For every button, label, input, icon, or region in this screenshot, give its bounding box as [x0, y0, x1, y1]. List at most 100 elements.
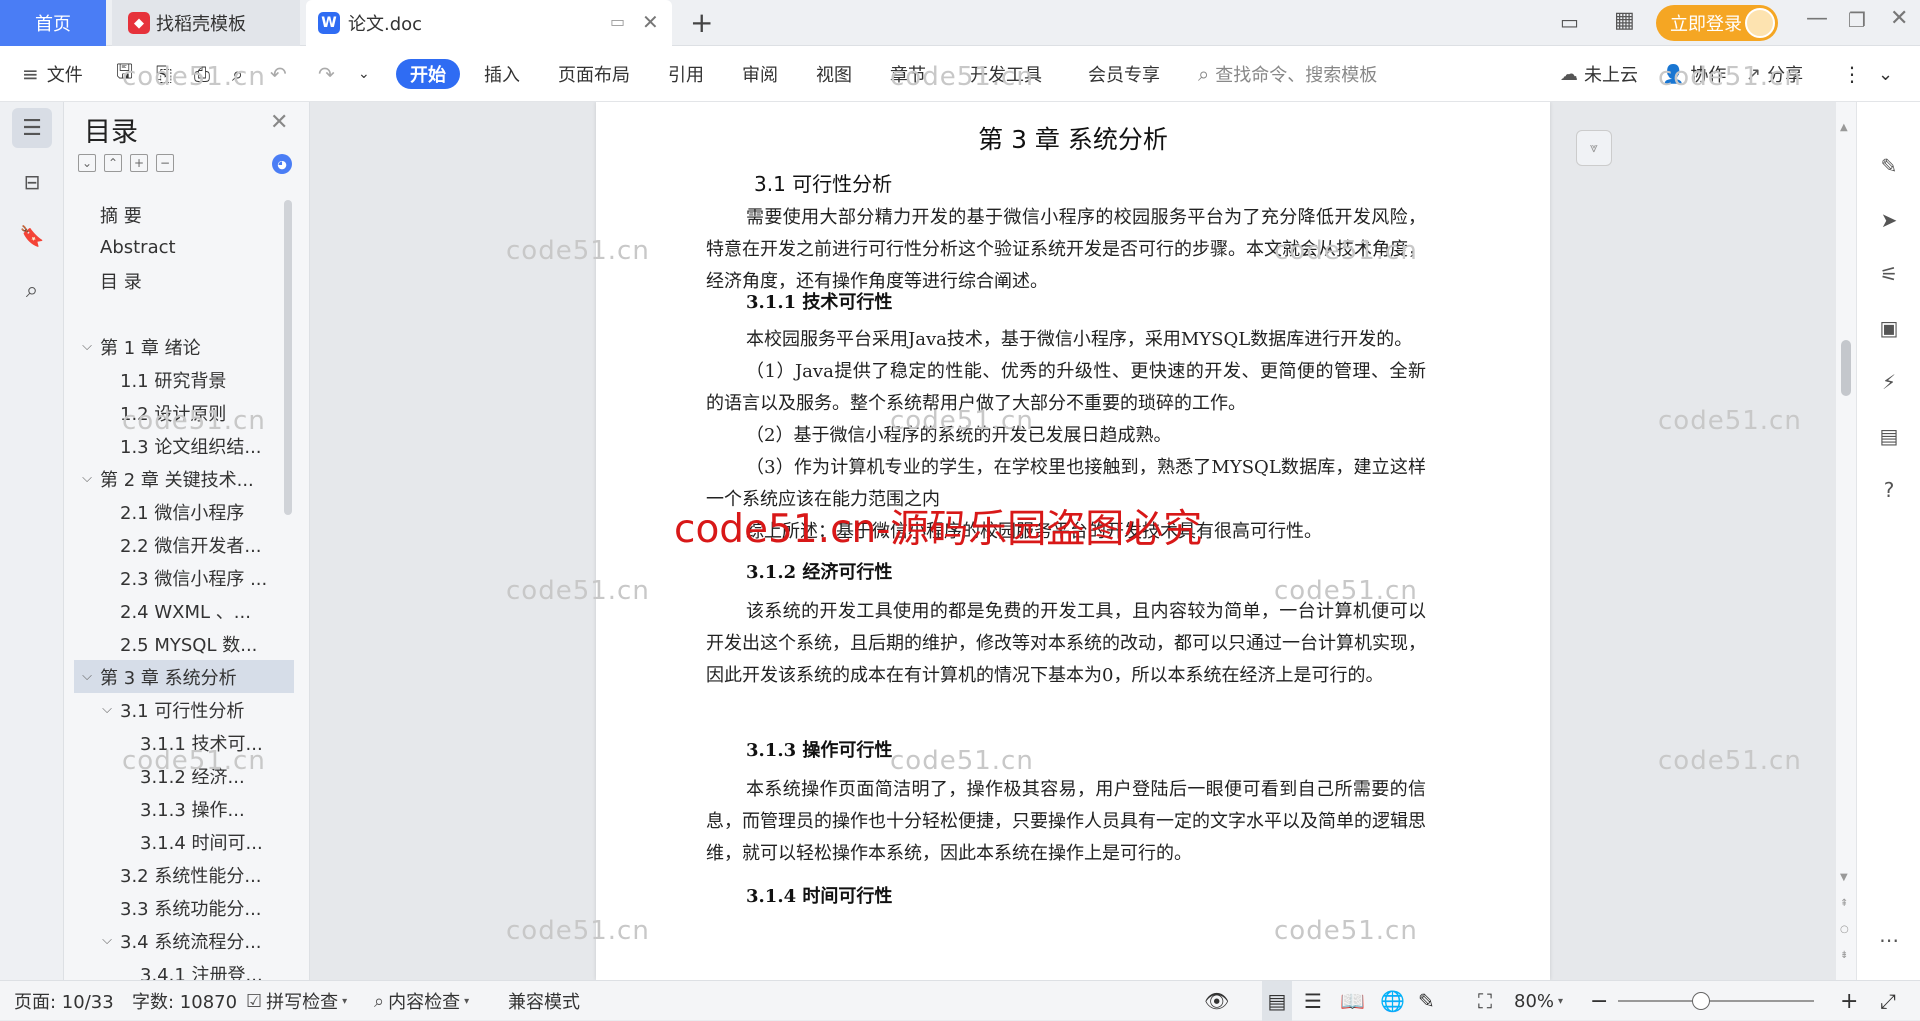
- bookmark-button[interactable]: 🔖: [12, 216, 52, 256]
- toc-item[interactable]: Abstract: [74, 231, 294, 264]
- tab-document[interactable]: W 论文.doc ▭ ✕: [306, 0, 672, 46]
- more-vertical-icon[interactable]: ⋮: [1842, 46, 1862, 102]
- toc-item[interactable]: 2.4 WXML 、...: [74, 594, 294, 627]
- spell-check-icon: ☑: [246, 990, 263, 1012]
- layout-icon[interactable]: ▭: [1560, 10, 1579, 34]
- write-view-icon[interactable]: ✎: [1418, 981, 1435, 1021]
- tab-references[interactable]: 引用: [668, 46, 704, 102]
- toc-panel-button[interactable]: ☰: [12, 108, 52, 148]
- collapse-all-icon[interactable]: ⌃: [104, 154, 122, 172]
- file-menu[interactable]: ≡ 文件: [22, 46, 83, 102]
- adjust-icon[interactable]: ⚟: [1875, 260, 1903, 288]
- outline-button[interactable]: ⊟: [12, 162, 52, 202]
- window-icon[interactable]: ▭: [610, 12, 625, 31]
- cloud-status[interactable]: ☁ 未上云: [1560, 46, 1638, 102]
- toc-item[interactable]: ⌵ 第 2 章 关键技术...: [74, 462, 294, 495]
- command-search[interactable]: ⌕ 查找命令、搜索模板: [1198, 46, 1377, 102]
- login-button[interactable]: 立即登录: [1656, 5, 1778, 41]
- toc-item[interactable]: 1.1 研究背景: [74, 363, 294, 396]
- chevron-down-icon[interactable]: ⌵: [98, 933, 116, 948]
- toc-scrollbar[interactable]: [284, 200, 292, 515]
- zoom-out-icon[interactable]: −: [1590, 981, 1608, 1021]
- zoom-slider[interactable]: [1618, 992, 1814, 1010]
- tab-view[interactable]: 视图: [816, 46, 852, 102]
- document-scrollbar[interactable]: ▲ ▼ ⇞ ○ ⇟: [1836, 102, 1856, 980]
- eye-protection-icon[interactable]: 👁: [1204, 981, 1229, 1021]
- toc-item[interactable]: ⌵ 3.4 系统流程分...: [74, 924, 294, 957]
- page-view-icon[interactable]: ▤: [1262, 981, 1292, 1021]
- zoom-level[interactable]: 80% ▾: [1514, 981, 1563, 1021]
- reading-view-icon[interactable]: 📖: [1340, 981, 1365, 1021]
- expand-all-icon[interactable]: ⌄: [78, 154, 96, 172]
- close-window-icon[interactable]: ✕: [1890, 6, 1908, 31]
- add-heading-icon[interactable]: +: [130, 154, 148, 172]
- tab-review[interactable]: 审阅: [742, 46, 778, 102]
- outline-view-icon[interactable]: ☰: [1304, 981, 1322, 1021]
- toc-item[interactable]: 目 录: [74, 264, 294, 297]
- page-count[interactable]: 页面: 10/33: [14, 981, 114, 1021]
- toc-item[interactable]: ⌵ 3.1 可行性分析: [74, 693, 294, 726]
- scroll-thumb[interactable]: [1841, 340, 1851, 396]
- redo-icon[interactable]: ↷: [318, 46, 335, 102]
- cursor-icon[interactable]: ➤: [1875, 206, 1903, 234]
- chevron-down-icon[interactable]: ⌵: [78, 669, 96, 684]
- tab-insert[interactable]: 插入: [484, 46, 520, 102]
- fit-page-icon[interactable]: ⛶: [1478, 981, 1492, 1021]
- toc-item[interactable]: [74, 297, 294, 330]
- word-count[interactable]: 字数: 10870: [132, 981, 237, 1021]
- compat-mode[interactable]: 兼容模式: [508, 981, 580, 1021]
- undo-icon[interactable]: ↶: [270, 46, 287, 102]
- toc-item[interactable]: ⌵ 第 1 章 绪论: [74, 330, 294, 363]
- toc-item-label: 3.1.4 时间可...: [140, 832, 263, 854]
- more-horizontal-icon[interactable]: ⋯: [1875, 926, 1903, 954]
- next-page-icon[interactable]: ⇟: [1840, 950, 1848, 961]
- toc-item[interactable]: ⌵ 第 3 章 系统分析: [74, 660, 294, 693]
- find-button[interactable]: ⌕: [12, 270, 52, 310]
- select-browse-icon[interactable]: ○: [1840, 924, 1849, 935]
- toc-item[interactable]: 2.5 MYSQL 数...: [74, 627, 294, 660]
- grid-apps-icon[interactable]: ▦: [1614, 8, 1635, 33]
- prev-page-icon[interactable]: ⇞: [1840, 898, 1848, 909]
- new-tab-button[interactable]: +: [690, 6, 713, 39]
- fullscreen-icon[interactable]: ⤢: [1880, 981, 1896, 1021]
- toc-item[interactable]: 3.3 系统功能分...: [74, 891, 294, 924]
- toc-item[interactable]: 2.3 微信小程序 ...: [74, 561, 294, 594]
- zoom-slider-thumb[interactable]: [1692, 992, 1710, 1010]
- scroll-down-icon[interactable]: ▼: [1840, 872, 1848, 883]
- section-3-1-2-heading: 3.1.2 经济可行性: [746, 562, 893, 583]
- toc-item[interactable]: 摘 要: [74, 198, 294, 231]
- tab-start[interactable]: 开始: [396, 59, 460, 89]
- toc-item[interactable]: 2.2 微信开发者...: [74, 528, 294, 561]
- spell-check-button[interactable]: ☑ 拼写检查 ▾: [246, 981, 347, 1021]
- toc-item[interactable]: 3.1.3 操作...: [74, 792, 294, 825]
- close-tab-icon[interactable]: ✕: [642, 10, 659, 34]
- chevron-down-icon[interactable]: ⌵: [78, 471, 96, 486]
- flash-icon[interactable]: ⚡: [1875, 368, 1903, 396]
- restore-icon[interactable]: ❐: [1848, 8, 1866, 32]
- web-view-icon[interactable]: 🌐: [1380, 981, 1405, 1021]
- toc-item[interactable]: 3.1.4 时间可...: [74, 825, 294, 858]
- tab-template-store[interactable]: ◆ 找稻壳模板: [112, 0, 300, 46]
- quick-access-dropdown-icon[interactable]: ⌄: [358, 46, 370, 102]
- scroll-up-icon[interactable]: ▲: [1840, 122, 1848, 133]
- collapse-ribbon-icon[interactable]: ⌄: [1878, 46, 1893, 102]
- ai-assistant-icon[interactable]: ◕: [272, 154, 292, 174]
- remove-heading-icon[interactable]: −: [156, 154, 174, 172]
- content-check-button[interactable]: ⌕ 内容检查 ▾: [374, 981, 469, 1021]
- reading-icon[interactable]: ▤: [1875, 422, 1903, 450]
- image-tools-icon[interactable]: ▣: [1875, 314, 1903, 342]
- close-icon[interactable]: ✕: [270, 110, 288, 135]
- toc-panel: 目录 ✕ ⌄ ⌃ + − ◕ 摘 要 Abstract 目 录 ⌵ 第 1 章 绪论 1.…: [64, 102, 310, 986]
- toc-item[interactable]: 3.2 系统性能分...: [74, 858, 294, 891]
- minimize-icon[interactable]: —: [1806, 6, 1828, 31]
- toc-item[interactable]: 2.1 微信小程序: [74, 495, 294, 528]
- tab-home[interactable]: 首页: [0, 0, 106, 46]
- zoom-in-icon[interactable]: +: [1840, 981, 1858, 1021]
- tab-member[interactable]: 会员专享: [1088, 46, 1160, 102]
- tab-page-layout[interactable]: 页面布局: [558, 46, 630, 102]
- pen-icon[interactable]: ✎: [1875, 152, 1903, 180]
- chevron-down-icon[interactable]: ⌵: [98, 702, 116, 717]
- chevron-down-icon[interactable]: ⌵: [78, 339, 96, 354]
- page-options-icon[interactable]: ⩔: [1576, 130, 1612, 166]
- help-icon[interactable]: ?: [1875, 476, 1903, 504]
